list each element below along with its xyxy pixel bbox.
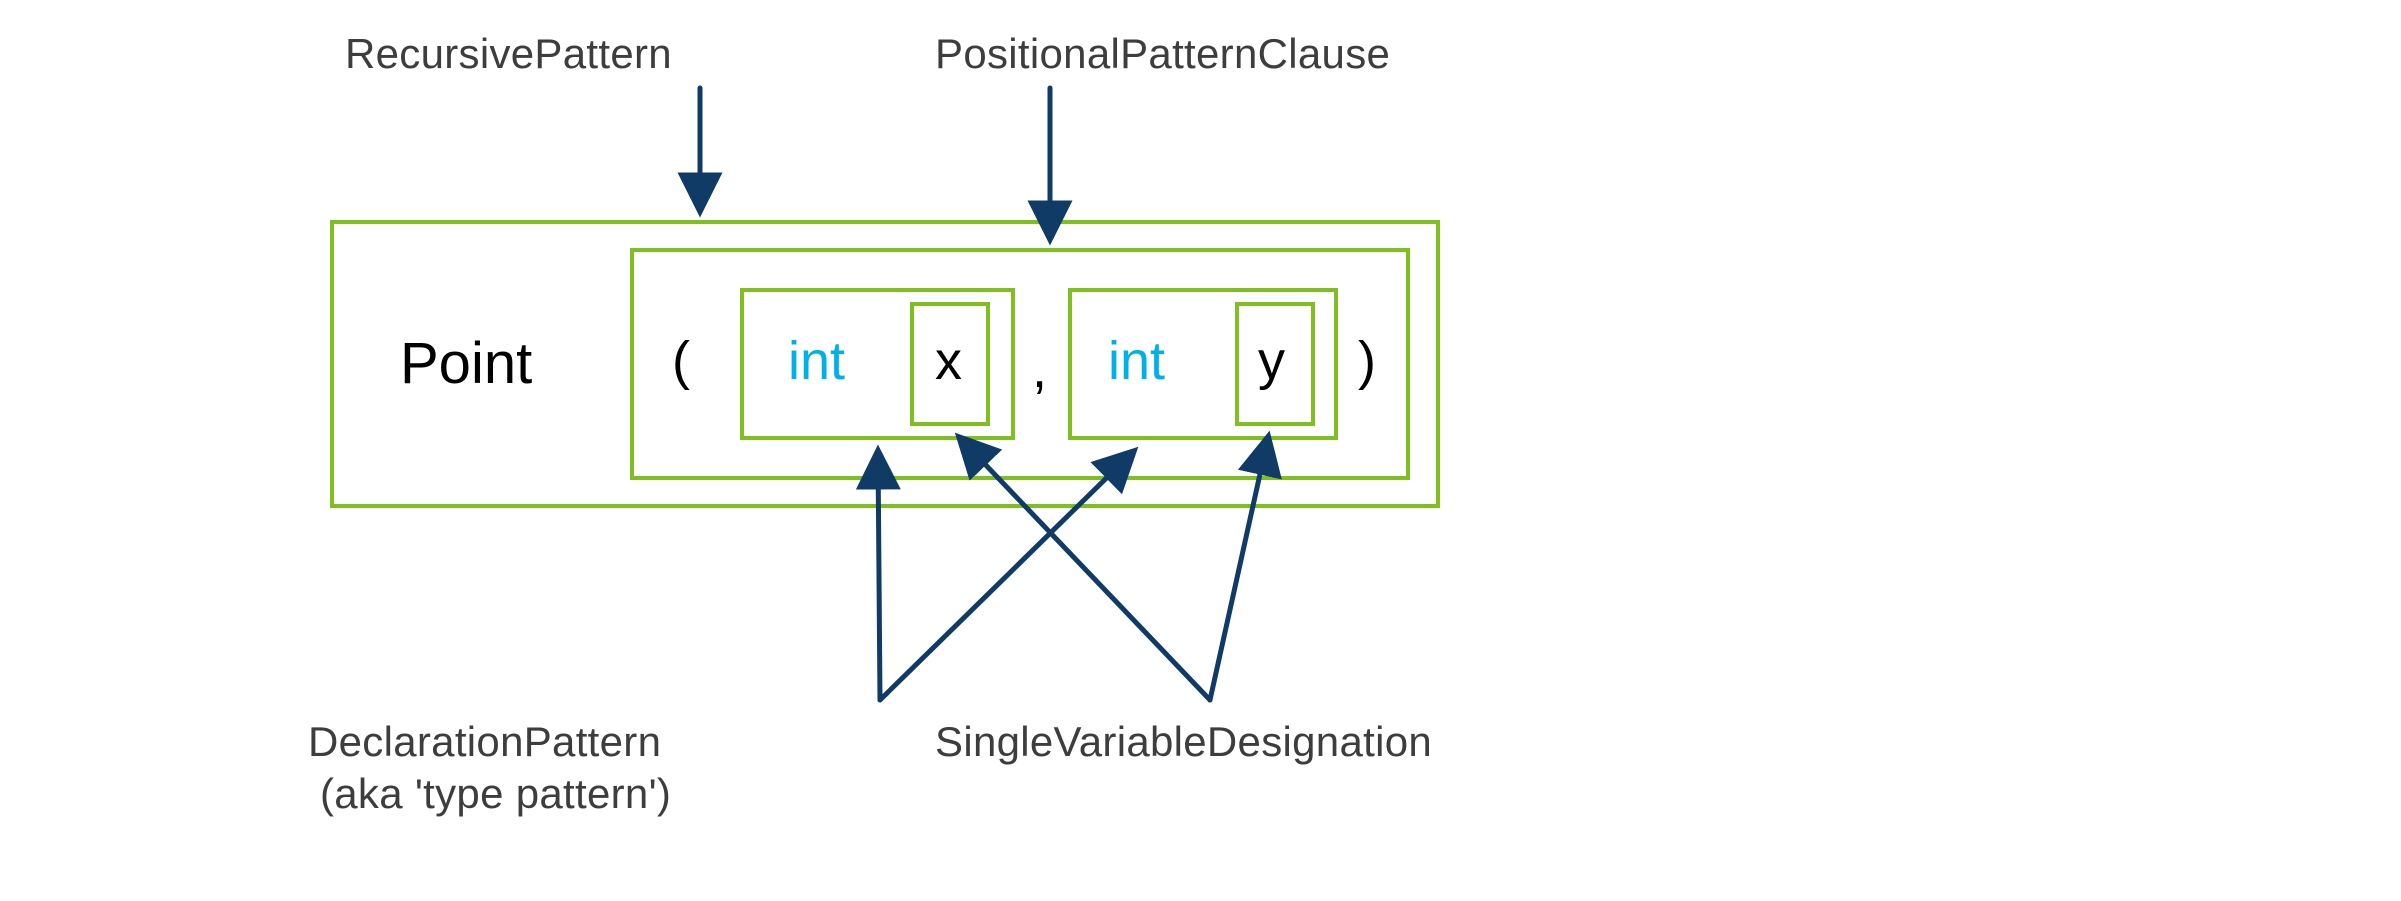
- diagram-stage: RecursivePattern PositionalPatternClause…: [0, 0, 2401, 901]
- label-declaration-pattern-sub: (aka 'type pattern'): [308, 770, 671, 818]
- token-y: y: [1258, 330, 1285, 392]
- token-int-1: int: [788, 330, 845, 392]
- label-positional-pattern-clause: PositionalPatternClause: [935, 30, 1390, 78]
- token-x: x: [935, 330, 962, 392]
- token-point: Point: [400, 330, 532, 397]
- token-int-2: int: [1108, 330, 1165, 392]
- token-comma: ,: [1032, 338, 1047, 400]
- label-declaration-pattern: DeclarationPattern: [308, 718, 661, 766]
- token-rparen: ): [1358, 330, 1376, 392]
- label-single-variable-designation: SingleVariableDesignation: [935, 718, 1432, 766]
- label-recursive-pattern: RecursivePattern: [345, 30, 672, 78]
- token-lparen: (: [672, 330, 690, 392]
